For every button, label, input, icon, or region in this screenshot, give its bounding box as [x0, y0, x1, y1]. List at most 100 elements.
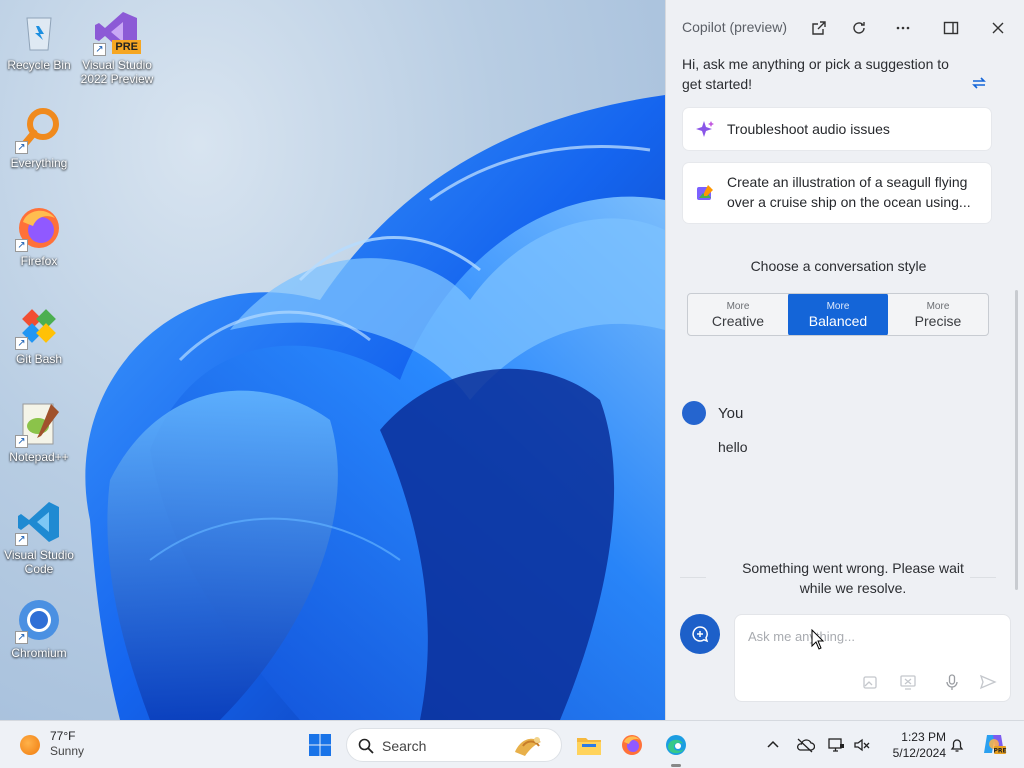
bell-icon: [950, 739, 964, 752]
firefox-taskbar-button[interactable]: [616, 729, 648, 761]
shortcut-arrow-icon: ↗: [15, 435, 28, 448]
open-external-icon: [812, 21, 826, 35]
search-label: Search: [382, 738, 427, 754]
preview-badge: PRE: [112, 40, 141, 54]
desktop-icon-vscode[interactable]: ↗ Visual Studio Code: [2, 498, 76, 576]
mouse-cursor-icon: [811, 629, 825, 650]
desktop-icon-everything[interactable]: ↗ Everything: [2, 106, 76, 170]
ask-input[interactable]: [748, 629, 998, 644]
speaker-muted-icon: [854, 738, 870, 752]
desktop-icon-notepad-plus-plus[interactable]: ↗ Notepad++: [2, 400, 76, 464]
desktop-icon-firefox[interactable]: ↗ Firefox: [2, 204, 76, 268]
desktop-icon-label: Visual Studio 2022 Preview: [80, 58, 154, 86]
swap-refresh-icon: [972, 77, 986, 89]
chromium-icon: ↗: [15, 596, 63, 644]
image-add-icon: [863, 676, 877, 689]
desktop-icon-label: Visual Studio Code: [4, 548, 74, 576]
desktop[interactable]: Recycle Bin PRE ↗ Visual Studio 2022 Pre…: [0, 0, 665, 720]
shortcut-arrow-icon: ↗: [93, 43, 106, 56]
volume-tray-button[interactable]: [852, 735, 872, 755]
monitor-network-icon: [828, 738, 844, 752]
copilot-panel: Copilot (preview) Hi, ask me anything or…: [665, 0, 1024, 720]
taskbar-search[interactable]: Search: [346, 728, 562, 762]
file-explorer-button[interactable]: [573, 729, 605, 761]
suggestion-card[interactable]: Troubleshoot audio issues: [683, 108, 991, 150]
style-precise-button[interactable]: More Precise: [888, 294, 988, 335]
suggestion-text: Troubleshoot audio issues: [727, 121, 890, 137]
git-bash-icon: ↗: [15, 302, 63, 350]
style-label: Precise: [914, 313, 962, 329]
microphone-icon: [946, 674, 958, 690]
clock-date: 5/12/2024: [892, 746, 946, 760]
close-button[interactable]: [984, 14, 1012, 42]
refresh-icon: [853, 22, 865, 34]
folder-icon: [577, 738, 601, 755]
search-icon: [358, 738, 374, 754]
system-clock[interactable]: 1:23 PM 5/12/2024: [880, 729, 946, 761]
copilot-header: Copilot (preview): [666, 0, 1024, 52]
copilot-icon: PRE: [984, 735, 1007, 755]
close-icon: [992, 22, 1004, 34]
copilot-title: Copilot (preview): [682, 19, 788, 35]
everything-search-icon: ↗: [15, 106, 63, 154]
vscode-icon: ↗: [15, 498, 63, 546]
shortcut-arrow-icon: ↗: [15, 337, 28, 350]
side-panel-icon: [943, 21, 959, 35]
weather-widget[interactable]: 77°F Sunny: [20, 729, 84, 759]
user-name: You: [718, 404, 744, 422]
conversation-style-title: Choose a conversation style: [750, 258, 927, 274]
taskbar: 77°F Sunny Search 1:23 PM 5/12/2024 PRE: [0, 720, 1024, 768]
desktop-icon-visual-studio[interactable]: PRE ↗ Visual Studio 2022 Preview: [80, 8, 154, 86]
svg-text:PRE: PRE: [993, 748, 1006, 755]
image-create-icon: [697, 185, 713, 200]
desktop-icon-chromium[interactable]: ↗ Chromium: [2, 596, 76, 660]
voice-input-button[interactable]: [941, 671, 963, 693]
edge-taskbar-button[interactable]: [660, 729, 692, 761]
start-button[interactable]: [304, 729, 336, 761]
style-creative-button[interactable]: More Creative: [688, 294, 788, 335]
cloud-offline-icon: [797, 738, 815, 753]
wallpaper-bloom: [85, 95, 665, 720]
chat-input-box: [734, 614, 1011, 702]
add-image-button[interactable]: [860, 671, 882, 693]
shortcut-arrow-icon: ↗: [15, 239, 28, 252]
notifications-button[interactable]: [947, 735, 967, 755]
new-topic-button[interactable]: [680, 614, 720, 654]
desktop-icon-label: Git Bash: [15, 352, 63, 366]
new-suggestions-button[interactable]: [968, 72, 990, 94]
style-balanced-button[interactable]: More Balanced: [788, 294, 888, 335]
user-message-header: You: [682, 401, 743, 425]
scrollbar[interactable]: [1015, 290, 1018, 590]
screenshot-icon: [900, 675, 916, 690]
screenshot-button[interactable]: [897, 671, 919, 693]
desktop-icon-git-bash[interactable]: ↗ Git Bash: [2, 302, 76, 366]
send-icon: [979, 674, 997, 690]
send-button[interactable]: [977, 671, 999, 693]
copilot-taskbar-button[interactable]: PRE: [981, 731, 1007, 757]
conversation-style-selector: More Creative More Balanced More Precise: [687, 293, 989, 336]
user-message: hello: [718, 439, 748, 455]
new-chat-icon: [692, 626, 709, 643]
show-hidden-icons-button[interactable]: [763, 735, 783, 755]
dock-panel-button[interactable]: [937, 14, 965, 42]
suggestion-card[interactable]: Create an illustration of a seagull flyi…: [683, 163, 991, 223]
onedrive-tray-button[interactable]: [795, 735, 815, 755]
search-highlight-icon: [515, 737, 541, 756]
error-message: Something went wrong. Please wait while …: [706, 558, 970, 598]
desktop-icon-label: Recycle Bin: [7, 58, 71, 72]
avatar: [682, 401, 706, 425]
desktop-icon-label: Firefox: [20, 254, 58, 268]
windows-logo-icon: [309, 734, 331, 756]
sun-icon: [20, 735, 40, 755]
network-tray-button[interactable]: [826, 735, 846, 755]
more-options-button[interactable]: [889, 14, 917, 42]
desktop-icon-recycle-bin[interactable]: Recycle Bin: [2, 8, 76, 72]
shortcut-arrow-icon: ↗: [15, 533, 28, 546]
refresh-button[interactable]: [845, 14, 873, 42]
open-in-browser-button[interactable]: [805, 14, 833, 42]
clock-time: 1:23 PM: [901, 730, 946, 744]
suggestion-text: Create an illustration of a seagull flyi…: [727, 174, 971, 210]
shortcut-arrow-icon: ↗: [15, 141, 28, 154]
chevron-up-icon: [767, 740, 779, 748]
firefox-icon: [622, 735, 642, 755]
